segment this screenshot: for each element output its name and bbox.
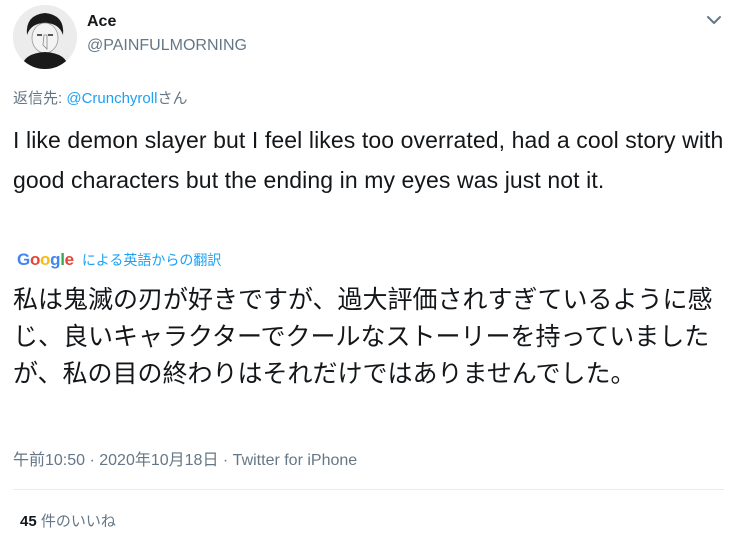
author-display-name[interactable]: Ace	[87, 13, 116, 31]
reply-suffix: さん	[157, 90, 188, 107]
likes-label: 件のいいね	[36, 513, 116, 530]
translation-attribution: Google による英語からの翻訳	[17, 248, 221, 272]
reply-prefix: 返信先:	[13, 90, 67, 107]
timestamp-link[interactable]: 午前10:50 · 2020年10月18日	[13, 452, 218, 469]
reply-mention-link[interactable]: @Crunchyroll	[66, 90, 157, 107]
likes-count: 45	[20, 513, 37, 530]
likes-link[interactable]: 45 件のいいね	[20, 510, 116, 531]
author-handle[interactable]: @PAINFULMORNING	[87, 37, 247, 55]
tweet-text: I like demon slayer but I feel likes too…	[13, 127, 724, 193]
avatar-image	[13, 5, 77, 69]
source-label: Twitter for iPhone	[232, 452, 358, 469]
avatar[interactable]	[13, 5, 77, 69]
reply-to: 返信先: @Crunchyrollさん	[13, 87, 187, 108]
meta-separator: ·	[218, 452, 233, 469]
translated-text: 私は鬼滅の刃が好きですが、過大評価されすぎているように感じ、良いキャラクターでク…	[13, 286, 713, 388]
translation-source-link[interactable]: による英語からの翻訳	[82, 250, 222, 270]
chevron-down-icon[interactable]	[702, 8, 726, 32]
divider	[13, 489, 724, 490]
tweet-meta: 午前10:50 · 2020年10月18日 · Twitter for iPho…	[13, 446, 357, 470]
google-logo: Google	[17, 250, 74, 269]
